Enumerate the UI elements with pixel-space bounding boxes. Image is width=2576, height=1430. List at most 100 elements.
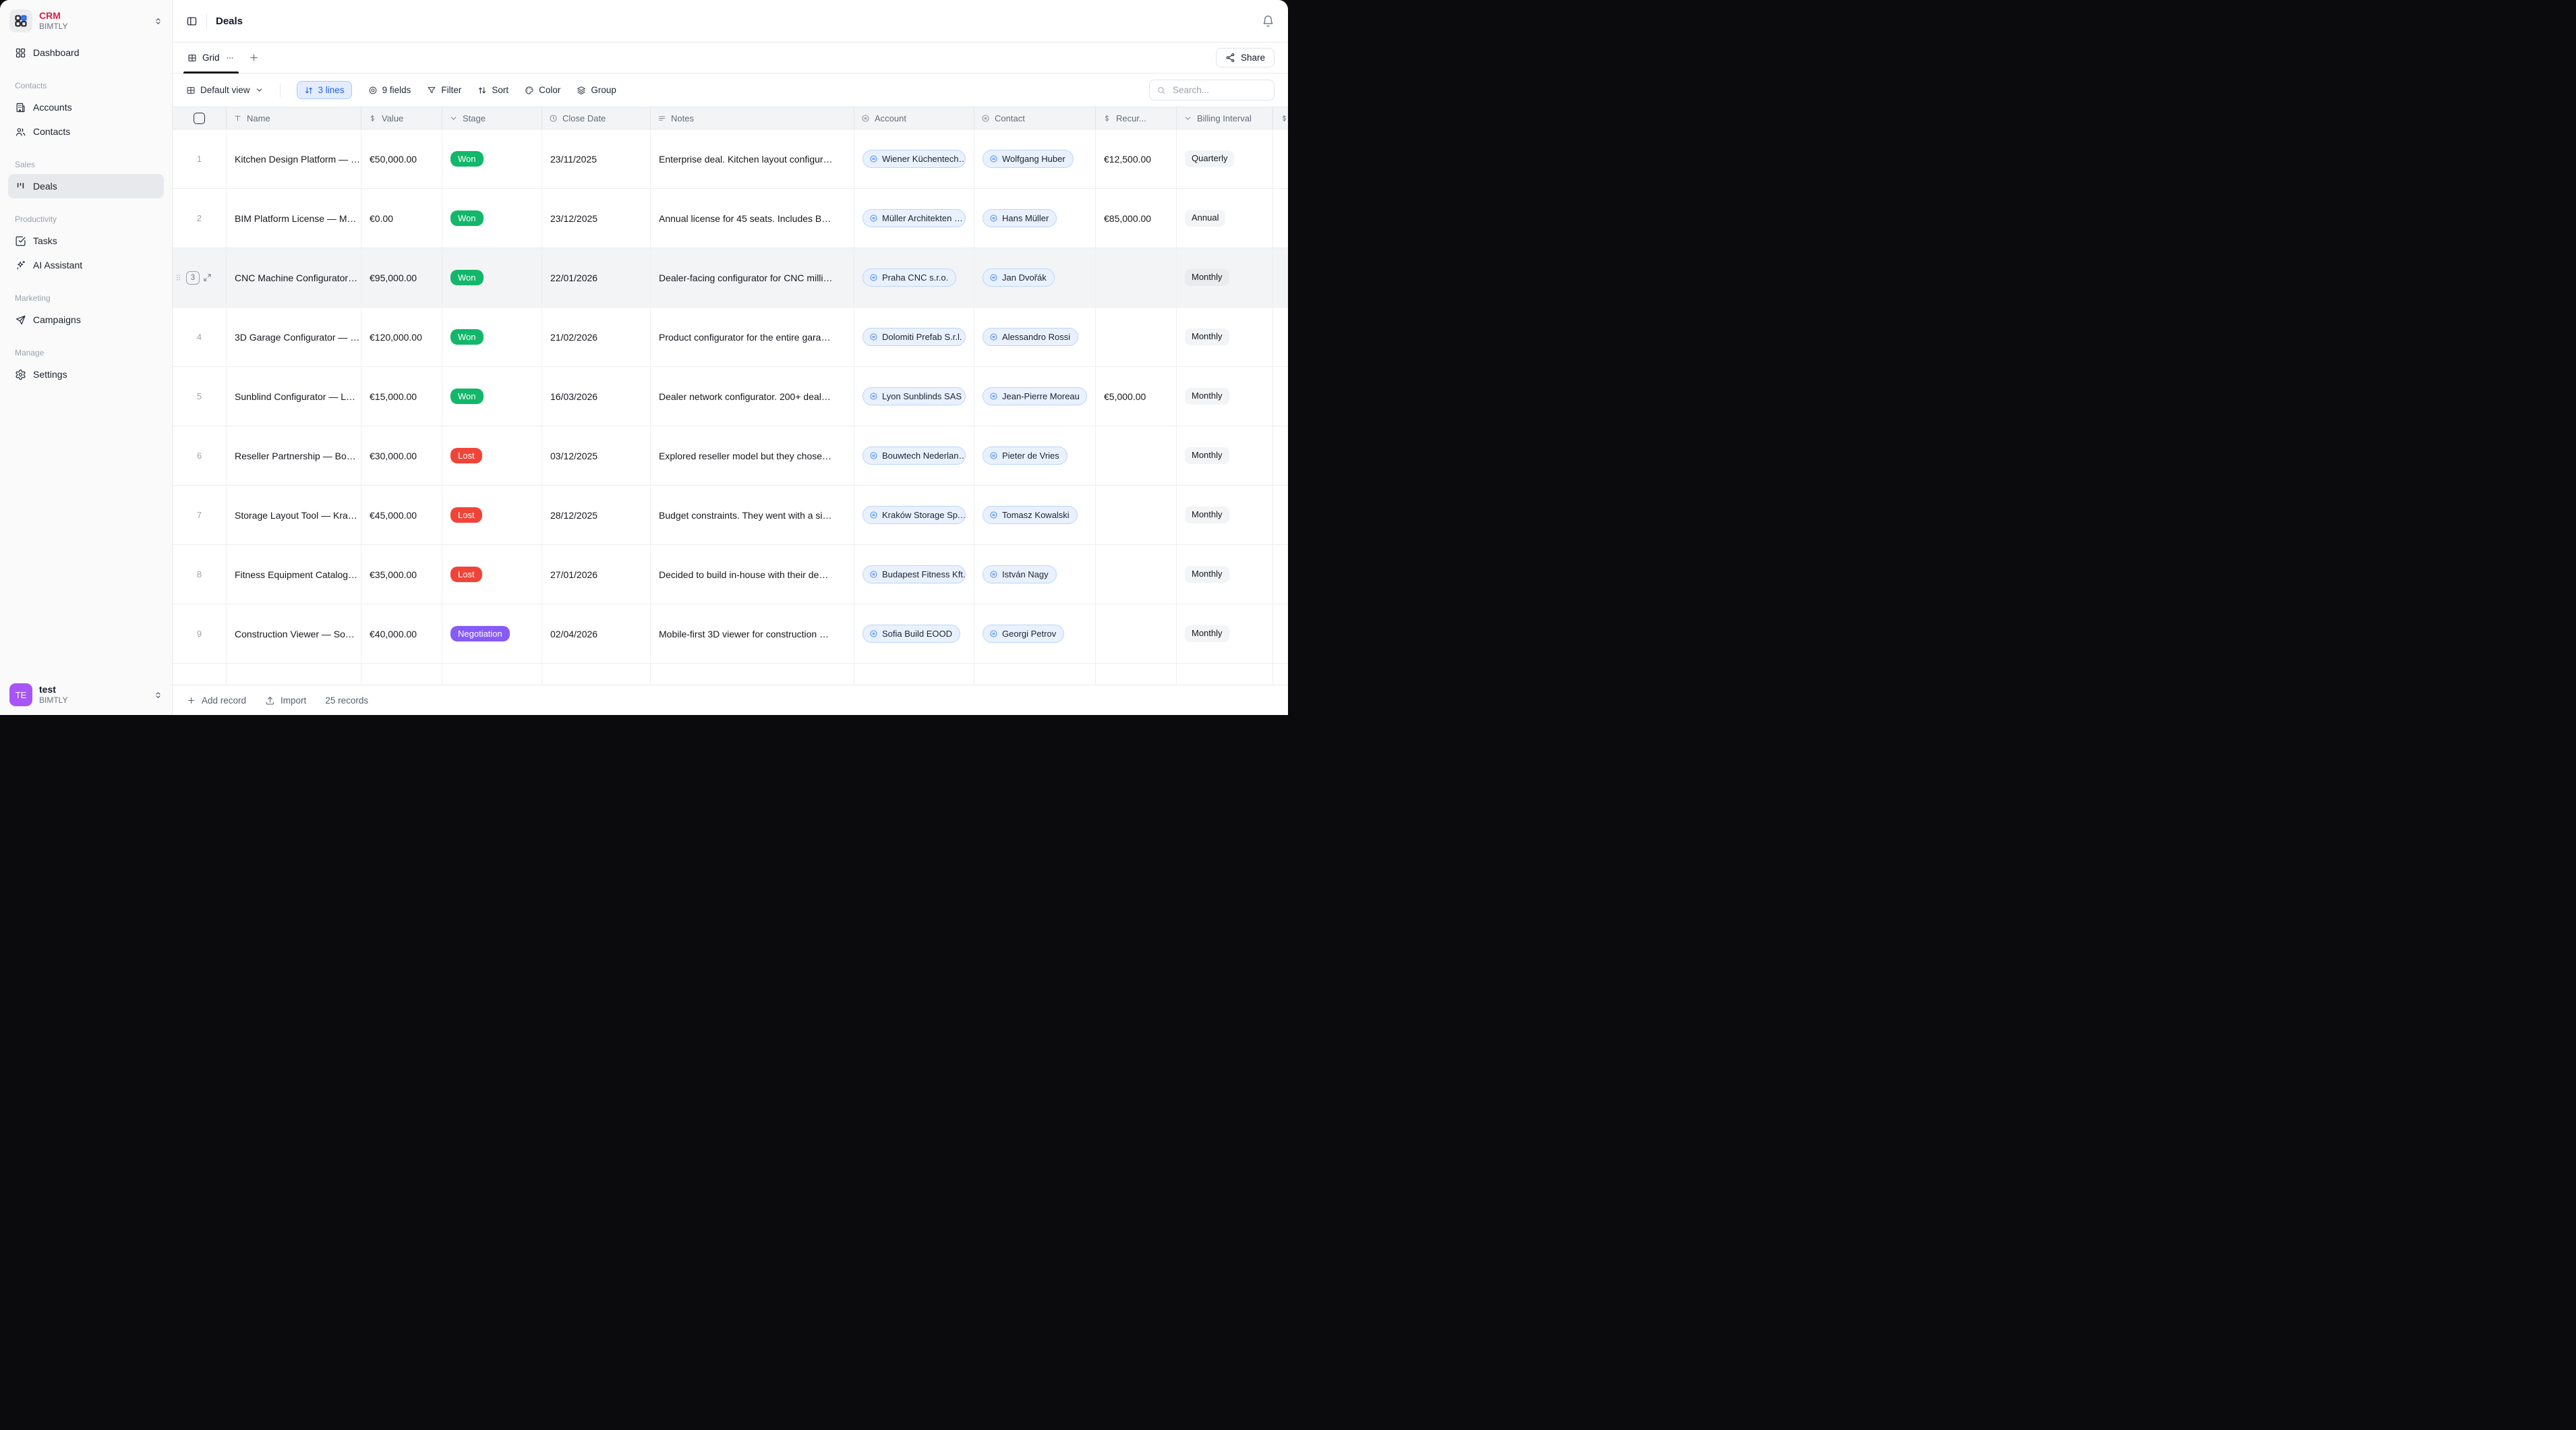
record-chip[interactable]: Pieter de Vries: [983, 447, 1067, 465]
record-chip[interactable]: Dolomiti Prefab S.r.l.: [862, 328, 966, 346]
cell-stage[interactable]: Lost: [442, 545, 542, 604]
cell-billing[interactable]: Monthly: [1177, 604, 1273, 663]
cell-close_date[interactable]: 02/04/2026: [542, 604, 651, 663]
cell-notes[interactable]: Decided to build in-house with their de…: [651, 545, 854, 604]
user-menu[interactable]: TE test BIMTLY: [0, 675, 172, 715]
cell-name[interactable]: Storage Layout Tool — Kra…: [227, 486, 361, 544]
sidebar-item-campaigns[interactable]: Campaigns: [8, 308, 164, 332]
cell-account[interactable]: Kraków Storage Sp.…: [854, 486, 974, 544]
cell-account[interactable]: Wiener Küchentech…: [854, 130, 974, 188]
record-chip[interactable]: Wiener Küchentech…: [862, 150, 966, 168]
search-box[interactable]: [1149, 80, 1275, 101]
sidebar-item-deals[interactable]: Deals: [8, 174, 164, 198]
cell-recurring[interactable]: [1096, 545, 1177, 604]
column-header-name[interactable]: Name: [227, 107, 361, 129]
sidebar-toggle-icon[interactable]: [186, 16, 198, 27]
record-chip[interactable]: Kraków Storage Sp.…: [862, 506, 966, 524]
cell-name[interactable]: BIM Platform License — M…: [227, 189, 361, 248]
cell-extra[interactable]: [1273, 426, 1288, 485]
cell-billing[interactable]: Monthly: [1177, 367, 1273, 426]
drag-handle-icon[interactable]: [174, 273, 183, 282]
column-header-extra[interactable]: [1273, 107, 1288, 129]
cell-billing[interactable]: Monthly: [1177, 545, 1273, 604]
add-record-button[interactable]: Add record: [186, 695, 246, 706]
cell-close_date[interactable]: 03/12/2025: [542, 426, 651, 485]
row-number[interactable]: 9: [173, 604, 227, 663]
cell-recurring[interactable]: [1096, 248, 1177, 307]
cell-notes[interactable]: Dealer network configurator. 200+ deal…: [651, 367, 854, 426]
row-number[interactable]: 2: [173, 189, 227, 248]
filter-button[interactable]: Filter: [427, 85, 461, 95]
row-number[interactable]: 8: [173, 545, 227, 604]
column-header-recurring[interactable]: Recur...: [1096, 107, 1177, 129]
column-header-stage[interactable]: Stage: [442, 107, 542, 129]
cell-close_date[interactable]: 28/12/2025: [542, 486, 651, 544]
cell-close_date[interactable]: 16/03/2026: [542, 367, 651, 426]
cell-value[interactable]: €40,000.00: [361, 604, 442, 663]
record-chip[interactable]: Budapest Fitness Kft.: [862, 565, 966, 583]
sidebar-item-accounts[interactable]: Accounts: [8, 95, 164, 119]
cell-name[interactable]: CNC Machine Configurator…: [227, 248, 361, 307]
row-number[interactable]: 5: [173, 367, 227, 426]
cell-recurring[interactable]: [1096, 426, 1177, 485]
group-button[interactable]: Group: [577, 85, 616, 95]
fields-button[interactable]: 9 fields: [368, 85, 411, 95]
sidebar-item-contacts[interactable]: Contacts: [8, 119, 164, 144]
record-chip[interactable]: Müller Architekten …: [862, 209, 966, 227]
cell-notes[interactable]: Enterprise deal. Kitchen layout configur…: [651, 130, 854, 188]
column-header-contact[interactable]: Contact: [974, 107, 1096, 129]
cell-contact[interactable]: Alessandro Rossi: [974, 308, 1096, 366]
sidebar-item-ai-assistant[interactable]: AI Assistant: [8, 253, 164, 277]
cell-contact[interactable]: Jean-Pierre Moreau: [974, 367, 1096, 426]
cell-name[interactable]: Sunblind Configurator — L…: [227, 367, 361, 426]
cell-value[interactable]: €35,000.00: [361, 545, 442, 604]
record-chip[interactable]: Sofia Build EOOD: [862, 625, 960, 643]
cell-recurring[interactable]: €85,000.00: [1096, 189, 1177, 248]
cell-stage[interactable]: Negotiation: [442, 604, 542, 663]
add-view-button[interactable]: [248, 52, 260, 63]
cell-stage[interactable]: Won: [442, 189, 542, 248]
cell-close_date[interactable]: 23/11/2025: [542, 130, 651, 188]
share-button[interactable]: Share: [1216, 48, 1275, 67]
expand-record-button[interactable]: [203, 273, 212, 282]
sidebar-item-dashboard[interactable]: Dashboard: [8, 40, 164, 65]
cell-close_date[interactable]: 27/01/2026: [542, 545, 651, 604]
cell-billing[interactable]: Monthly: [1177, 308, 1273, 366]
cell-notes[interactable]: Budget constraints. They went with a si…: [651, 486, 854, 544]
cell-close_date[interactable]: 23/12/2025: [542, 189, 651, 248]
record-chip[interactable]: Jan Dvořák: [983, 268, 1055, 287]
record-chip[interactable]: Hans Müller: [983, 209, 1057, 227]
cell-account[interactable]: Müller Architekten …: [854, 189, 974, 248]
column-header-billing[interactable]: Billing Interval: [1177, 107, 1273, 129]
cell-value[interactable]: €95,000.00: [361, 248, 442, 307]
cell-stage[interactable]: Won: [442, 248, 542, 307]
cell-notes[interactable]: Mobile-first 3D viewer for construction …: [651, 604, 854, 663]
cell-recurring[interactable]: [1096, 486, 1177, 544]
cell-notes[interactable]: Dealer-facing configurator for CNC milli…: [651, 248, 854, 307]
cell-stage[interactable]: Lost: [442, 426, 542, 485]
cell-extra[interactable]: [1273, 367, 1288, 426]
import-button[interactable]: Import: [265, 695, 306, 706]
cell-extra[interactable]: [1273, 545, 1288, 604]
cell-notes[interactable]: Annual license for 45 seats. Includes B…: [651, 189, 854, 248]
cell-extra[interactable]: [1273, 130, 1288, 188]
cell-stage[interactable]: Lost: [442, 486, 542, 544]
view-config-button[interactable]: Default view: [186, 85, 264, 95]
cell-account[interactable]: Sofia Build EOOD: [854, 604, 974, 663]
cell-close_date[interactable]: 21/02/2026: [542, 308, 651, 366]
cell-recurring[interactable]: [1096, 308, 1177, 366]
cell-close_date[interactable]: 22/01/2026: [542, 248, 651, 307]
cell-value[interactable]: €30,000.00: [361, 426, 442, 485]
cell-recurring[interactable]: €12,500.00: [1096, 130, 1177, 188]
cell-value[interactable]: €50,000.00: [361, 130, 442, 188]
select-all-checkbox[interactable]: [194, 113, 205, 124]
cell-account[interactable]: Bouwtech Nederlan…: [854, 426, 974, 485]
workspace-switcher[interactable]: CRM BIMTLY: [0, 0, 172, 39]
record-chip[interactable]: Bouwtech Nederlan…: [862, 447, 966, 465]
cell-billing[interactable]: Monthly: [1177, 426, 1273, 485]
cell-name[interactable]: Reseller Partnership — Bo…: [227, 426, 361, 485]
cell-extra[interactable]: [1273, 604, 1288, 663]
row-number[interactable]: 1: [173, 130, 227, 188]
cell-billing[interactable]: Quarterly: [1177, 130, 1273, 188]
cell-value[interactable]: €45,000.00: [361, 486, 442, 544]
